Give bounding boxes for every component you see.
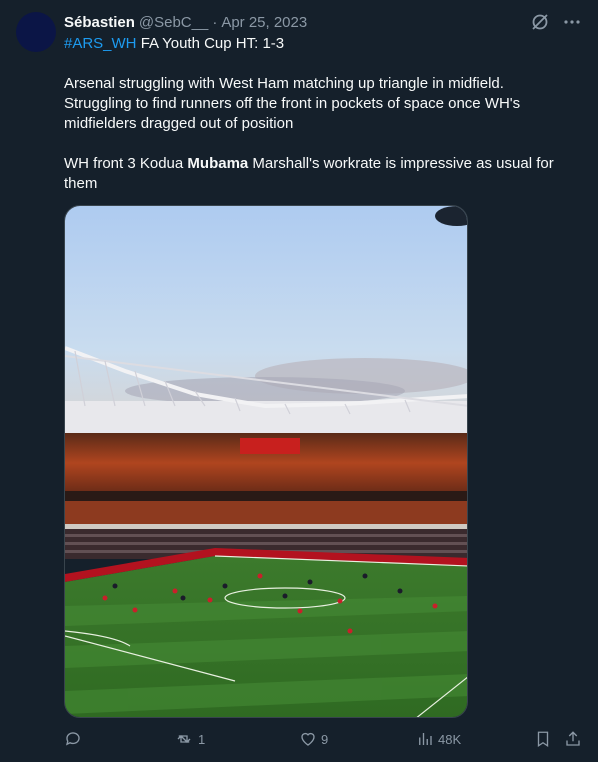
more-icon[interactable] — [562, 12, 582, 32]
like-icon — [299, 730, 317, 748]
tweet-paragraph-3-line-2: them — [64, 175, 98, 192]
reply-icon — [64, 730, 82, 748]
hashtag-link[interactable]: #ARS_WH — [64, 35, 137, 52]
stadium-photo[interactable] — [64, 205, 468, 718]
tweet-text: #ARS_WH FA Youth Cup HT: 1-3 Arsenal str… — [64, 34, 574, 194]
tweet-header: Sébastien @SebC__ · Apr 25, 2023 — [64, 12, 307, 32]
share-button[interactable] — [564, 730, 582, 748]
display-name[interactable]: Sébastien — [64, 14, 135, 31]
avatar[interactable] — [16, 12, 56, 52]
share-icon — [564, 730, 582, 748]
tweet-paragraph-3-line-1: WH front 3 Kodua Mubama Marshall's workr… — [64, 154, 574, 174]
action-bar: 1 9 48K — [64, 730, 584, 750]
para3-post: Marshall's workrate is impressive as usu… — [248, 155, 554, 172]
views-icon — [416, 730, 434, 748]
bold-name: Mubama — [187, 155, 249, 172]
retweet-icon — [174, 730, 194, 748]
retweet-count: 1 — [198, 731, 206, 747]
handle[interactable]: @SebC__ — [139, 14, 208, 31]
para3-pre: WH front 3 Kodua — [64, 155, 188, 172]
like-count: 9 — [321, 731, 329, 747]
retweet-button[interactable]: 1 — [174, 730, 205, 748]
tweet-line-1: #ARS_WH FA Youth Cup HT: 1-3 — [64, 34, 574, 54]
views-count: 48K — [438, 731, 462, 747]
post-date[interactable]: Apr 25, 2023 — [221, 14, 307, 31]
tweet-paragraph-2-line-3: midfielders dragged out of position — [64, 115, 294, 132]
bookmark-icon — [534, 730, 552, 748]
grok-icon[interactable] — [530, 12, 550, 32]
like-button[interactable]: 9 — [299, 730, 328, 748]
top-icons — [530, 12, 582, 32]
tweet-paragraph-2-line-2: Struggling to find runners off the front… — [64, 95, 521, 112]
tweet: Sébastien @SebC__ · Apr 25, 2023 #ARS_WH… — [0, 0, 598, 762]
views-button[interactable]: 48K — [416, 730, 461, 748]
tweet-paragraph-2-line-1: Arsenal struggling with West Ham matchin… — [64, 75, 504, 92]
line1-text: FA Youth Cup HT: 1-3 — [136, 35, 285, 52]
bookmark-button[interactable] — [534, 730, 552, 748]
separator-dot: · — [212, 13, 218, 31]
reply-button[interactable] — [64, 730, 86, 748]
